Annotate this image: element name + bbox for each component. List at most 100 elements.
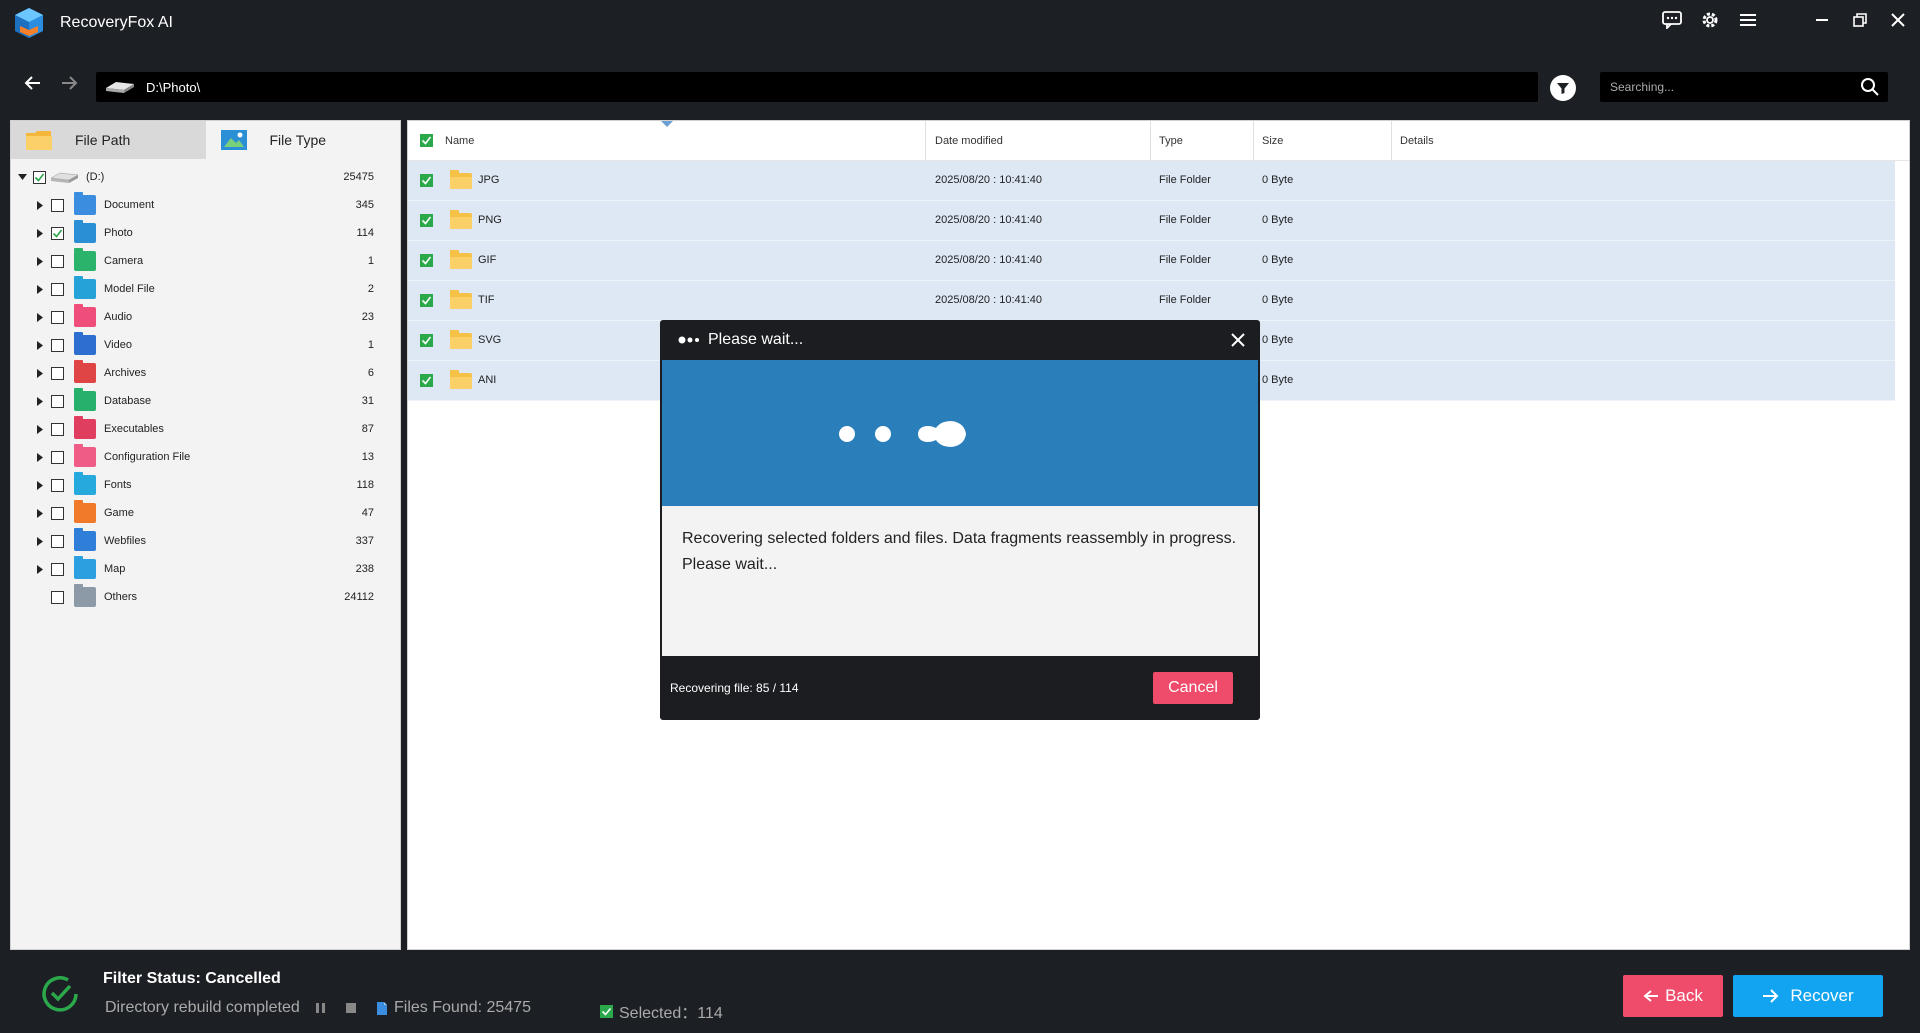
expand-arrow-icon[interactable] xyxy=(35,256,45,266)
tree-item-checkbox[interactable] xyxy=(51,506,64,520)
col-name[interactable]: Name xyxy=(445,135,474,147)
settings-gear-icon[interactable] xyxy=(1698,8,1722,32)
tree-item[interactable]: Game 47 xyxy=(11,499,400,527)
table-row[interactable]: TIF 2025/08/20 : 10:41:40 File Folder 0 Byt… xyxy=(408,281,1895,321)
row-checkbox[interactable] xyxy=(420,374,433,387)
tree-item[interactable]: Model File 2 xyxy=(11,275,400,303)
col-date[interactable]: Date modified xyxy=(935,135,1003,147)
tree-item-checkbox[interactable] xyxy=(51,310,64,324)
tree-item-count: 2 xyxy=(367,283,374,295)
feedback-icon[interactable] xyxy=(1660,8,1684,32)
left-panel: File Path File Type (D:) 25475 Document 3… xyxy=(10,120,401,950)
col-details[interactable]: Details xyxy=(1400,135,1434,147)
tree-item-checkbox[interactable] xyxy=(51,226,64,240)
search-icon[interactable] xyxy=(1860,77,1880,97)
minimize-icon[interactable] xyxy=(1810,8,1834,32)
close-window-icon[interactable] xyxy=(1886,8,1910,32)
row-checkbox[interactable] xyxy=(420,294,433,307)
tree-item[interactable]: Others 24112 xyxy=(11,583,400,611)
col-size[interactable]: Size xyxy=(1262,135,1283,147)
root-checkbox[interactable] xyxy=(33,170,46,184)
tree-item-checkbox[interactable] xyxy=(51,478,64,492)
tree-item[interactable]: Document 345 xyxy=(11,191,400,219)
tab-file-path[interactable]: File Path xyxy=(11,121,206,159)
folder-icon xyxy=(450,250,472,269)
expand-arrow-icon[interactable] xyxy=(35,368,45,378)
category-folder-icon xyxy=(74,444,96,467)
search-input[interactable] xyxy=(1600,80,1850,94)
tree-item-label: Archives xyxy=(104,367,147,379)
row-checkbox[interactable] xyxy=(420,174,433,187)
back-button[interactable]: Back xyxy=(1623,975,1723,1017)
expand-arrow-icon[interactable] xyxy=(35,480,45,490)
row-checkbox[interactable] xyxy=(420,254,433,267)
forward-arrow-icon[interactable] xyxy=(56,70,82,96)
row-checkbox[interactable] xyxy=(420,214,433,227)
tree-item[interactable]: Webfiles 337 xyxy=(11,527,400,555)
tree-item[interactable]: Camera 1 xyxy=(11,247,400,275)
expand-arrow-icon[interactable] xyxy=(35,340,45,350)
tree-item-checkbox[interactable] xyxy=(51,254,64,268)
status-check-icon xyxy=(42,976,78,1012)
tree-item[interactable]: Map 238 xyxy=(11,555,400,583)
table-row[interactable]: PNG 2025/08/20 : 10:41:40 File Folder 0 Byt… xyxy=(408,201,1895,241)
search-box[interactable] xyxy=(1600,72,1888,102)
tree-item[interactable]: Video 1 xyxy=(11,331,400,359)
expand-arrow-icon[interactable] xyxy=(35,312,45,322)
drive-icon xyxy=(106,82,134,93)
tree-item[interactable]: Database 31 xyxy=(11,387,400,415)
tree-item-checkbox[interactable] xyxy=(51,562,64,576)
table-row[interactable]: JPG 2025/08/20 : 10:41:40 File Folder 0 Byt… xyxy=(408,161,1895,201)
collapse-arrow-icon[interactable] xyxy=(17,172,27,182)
expand-arrow-icon[interactable] xyxy=(35,452,45,462)
tree-item-checkbox[interactable] xyxy=(51,590,64,604)
cancel-button[interactable]: Cancel xyxy=(1153,672,1233,704)
table-row[interactable]: GIF 2025/08/20 : 10:41:40 File Folder 0 Byt… xyxy=(408,241,1895,281)
expand-arrow-icon[interactable] xyxy=(35,564,45,574)
tree-item[interactable]: Executables 87 xyxy=(11,415,400,443)
row-size: 0 Byte xyxy=(1262,254,1294,266)
tree-item[interactable]: Fonts 118 xyxy=(11,471,400,499)
expand-arrow-icon[interactable] xyxy=(35,536,45,546)
tab-file-type[interactable]: File Type xyxy=(206,121,401,159)
tree-item-checkbox[interactable] xyxy=(51,450,64,464)
dialog-close-icon[interactable] xyxy=(1228,330,1248,350)
tree-item-checkbox[interactable] xyxy=(51,338,64,352)
tree-root[interactable]: (D:) 25475 xyxy=(11,163,400,191)
expand-arrow-icon[interactable] xyxy=(35,200,45,210)
expand-arrow-icon[interactable] xyxy=(35,508,45,518)
tree-item-checkbox[interactable] xyxy=(51,422,64,436)
back-arrow-icon[interactable] xyxy=(20,70,46,96)
tree-item-label: Audio xyxy=(104,311,133,323)
tree-item-checkbox[interactable] xyxy=(51,198,64,212)
restore-icon[interactable] xyxy=(1848,8,1872,32)
expand-arrow-icon[interactable] xyxy=(35,396,45,406)
tree-item[interactable]: Audio 23 xyxy=(11,303,400,331)
tree-item-checkbox[interactable] xyxy=(51,366,64,380)
row-size: 0 Byte xyxy=(1262,174,1294,186)
filter-icon[interactable] xyxy=(1550,75,1576,101)
tree-item[interactable]: Archives 6 xyxy=(11,359,400,387)
tree-item[interactable]: Photo 114 xyxy=(11,219,400,247)
path-bar[interactable]: D:\Photo\ xyxy=(96,72,1538,102)
expand-arrow-icon[interactable] xyxy=(35,228,45,238)
rebuild-status-text: Directory rebuild completed xyxy=(105,999,300,1016)
expand-arrow-icon[interactable] xyxy=(35,424,45,434)
recover-button[interactable]: Recover xyxy=(1733,975,1883,1017)
row-type: File Folder xyxy=(1159,214,1211,226)
tree-item-checkbox[interactable] xyxy=(51,394,64,408)
select-all-checkbox[interactable] xyxy=(420,134,433,147)
col-type[interactable]: Type xyxy=(1159,135,1183,147)
tree-item[interactable]: Configuration File 13 xyxy=(11,443,400,471)
stop-icon[interactable] xyxy=(344,1001,358,1015)
folder-icon xyxy=(450,370,472,389)
category-folder-icon xyxy=(74,584,96,607)
tree-item-label: Video xyxy=(104,339,132,351)
tree-item-count: 23 xyxy=(361,311,374,323)
expand-arrow-icon[interactable] xyxy=(35,284,45,294)
tree-item-checkbox[interactable] xyxy=(51,534,64,548)
menu-icon[interactable] xyxy=(1736,8,1760,32)
pause-icon[interactable] xyxy=(314,1001,328,1015)
row-checkbox[interactable] xyxy=(420,334,433,347)
tree-item-checkbox[interactable] xyxy=(51,282,64,296)
